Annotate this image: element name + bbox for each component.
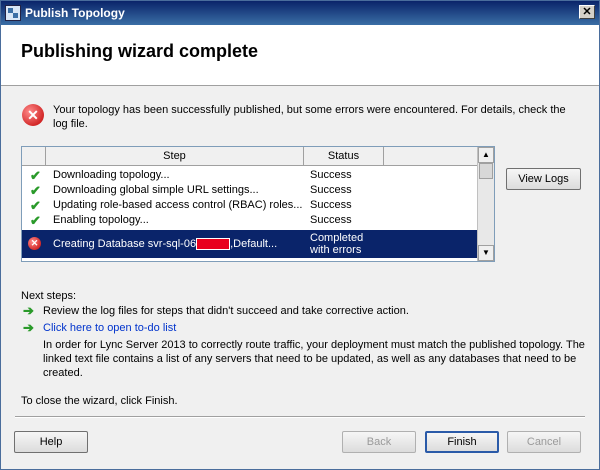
step-name: Enabling topology... <box>53 214 149 226</box>
cancel-button[interactable]: Cancel <box>507 431 581 453</box>
green-arrow-icon: ➔ <box>23 320 34 335</box>
step-name-prefix: Creating Database svr-sql-06 <box>53 238 197 250</box>
step-status: Success <box>310 199 352 211</box>
status-line-1: Completed <box>310 232 364 244</box>
step-status: Completed with errors <box>310 232 363 256</box>
steps-table[interactable]: Step Status ✔ Downloading topology... Su… <box>21 146 495 262</box>
step-name: Downloading topology... <box>53 169 170 181</box>
green-arrow-icon: ➔ <box>23 303 34 318</box>
checkmark-icon: ✔ <box>30 213 41 228</box>
step-name-suffix: ,Default... <box>230 238 278 250</box>
result-message: Your topology has been successfully publ… <box>53 104 566 130</box>
topology-app-icon <box>5 5 21 21</box>
table-row[interactable]: ✔ Downloading global simple URL settings… <box>22 183 478 198</box>
column-header-status[interactable]: Status <box>304 147 384 165</box>
view-logs-button[interactable]: View Logs <box>506 168 581 190</box>
table-row-selected[interactable]: ✕ Creating Database svr-sql-06 ,Default..… <box>22 230 478 258</box>
table-row[interactable]: ✔ Updating role-based access control (RB… <box>22 198 478 213</box>
next-step-review-logs: Review the log files for steps that didn… <box>43 305 409 317</box>
column-header-step[interactable]: Step <box>46 147 304 165</box>
status-line-2: with errors <box>310 244 362 256</box>
checkmark-icon: ✔ <box>30 168 41 183</box>
window-title: Publish Topology <box>25 6 125 20</box>
vertical-scrollbar[interactable]: ▲ ▼ <box>477 147 494 261</box>
close-instruction: To close the wizard, click Finish. <box>21 395 178 407</box>
empty-column-header <box>384 147 478 165</box>
step-status: Success <box>310 184 352 196</box>
step-status: Success <box>310 169 352 181</box>
table-row[interactable]: ✔ Enabling topology... Success <box>22 213 478 228</box>
table-row[interactable]: ✔ Downloading topology... Success <box>22 168 478 183</box>
scroll-down-icon[interactable]: ▼ <box>478 245 494 261</box>
scrollbar-thumb[interactable] <box>479 163 493 179</box>
checkmark-icon: ✔ <box>30 198 41 213</box>
step-name: Downloading global simple URL settings..… <box>53 184 259 196</box>
footer-divider <box>15 416 585 418</box>
step-name: Creating Database svr-sql-06 ,Default... <box>53 230 277 258</box>
icon-column-header <box>22 147 46 165</box>
wizard-header: Publishing wizard complete <box>1 25 599 86</box>
error-icon: ✕ <box>22 104 44 126</box>
next-steps-heading: Next steps: <box>21 290 77 302</box>
table-header: Step Status <box>22 147 478 166</box>
error-icon: ✕ <box>28 237 41 250</box>
checkmark-icon: ✔ <box>30 183 41 198</box>
finish-button[interactable]: Finish <box>425 431 499 453</box>
step-name: Updating role-based access control (RBAC… <box>53 199 303 211</box>
step-status: Success <box>310 214 352 226</box>
back-button[interactable]: Back <box>342 431 416 453</box>
redaction-mark <box>196 238 231 251</box>
close-button[interactable]: ✕ <box>579 5 595 19</box>
help-button[interactable]: Help <box>14 431 88 453</box>
page-title: Publishing wizard complete <box>21 41 259 61</box>
scroll-up-icon[interactable]: ▲ <box>478 147 494 163</box>
todo-list-link[interactable]: Click here to open to-do list <box>43 322 176 334</box>
title-bar[interactable]: Publish Topology ✕ <box>1 1 599 25</box>
publish-topology-window: Publish Topology ✕ Publishing wizard com… <box>0 0 600 470</box>
todo-description: In order for Lync Server 2013 to correct… <box>43 339 585 379</box>
